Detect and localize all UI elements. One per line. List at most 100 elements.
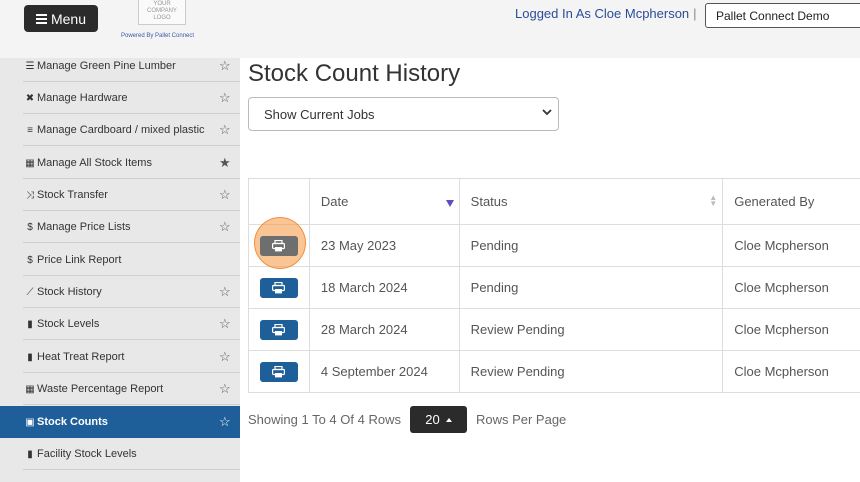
page-size-dropdown[interactable]: 20 bbox=[409, 406, 467, 433]
divider bbox=[23, 339, 240, 340]
sidebar-item-stock-levels[interactable]: ▮ Stock Levels ☆ bbox=[0, 308, 240, 340]
star-icon[interactable]: ☆ bbox=[219, 349, 231, 365]
divider bbox=[23, 469, 240, 470]
column-header-status[interactable]: Status ▲ ▼ bbox=[460, 179, 724, 224]
sidebar-item-manage-cardboard-mixed-plastic[interactable]: ≡ Manage Cardboard / mixed plastic ☆ bbox=[0, 114, 240, 146]
sidebar: ☰ Manage Green Pine Lumber ☆ ✖ Manage Hardwa… bbox=[0, 58, 240, 482]
sidebar-item-label: Manage All Stock Items bbox=[37, 157, 152, 169]
status-cell: Pending bbox=[460, 267, 724, 308]
chevron-down-icon bbox=[542, 108, 552, 119]
date-cell: 28 March 2024 bbox=[310, 309, 460, 350]
status-cell: Review Pending bbox=[460, 351, 724, 392]
sidebar-item-stock-history[interactable]: ⟋ Stock History ☆ bbox=[0, 276, 240, 308]
star-icon[interactable]: ☆ bbox=[219, 58, 231, 74]
actions-cell bbox=[249, 267, 310, 308]
file-icon: ▮ bbox=[27, 351, 33, 363]
star-icon[interactable]: ☆ bbox=[219, 187, 231, 203]
tools-icon: ✖ bbox=[25, 92, 35, 104]
sidebar-item-label: Price Link Report bbox=[37, 254, 122, 266]
dollar-icon: $ bbox=[27, 254, 33, 266]
generated-by-cell: Cloe Mcpherson bbox=[734, 364, 829, 379]
page-title: Stock Count History bbox=[248, 60, 461, 87]
shuffle-icon: ⤨ bbox=[26, 189, 34, 201]
sidebar-item-manage-hardware[interactable]: ✖ Manage Hardware ☆ bbox=[0, 82, 240, 114]
star-icon[interactable]: ☆ bbox=[219, 122, 231, 138]
table-row: 28 March 2024 Review Pending Cloe Mcpherso… bbox=[249, 309, 860, 351]
star-icon[interactable]: ☆ bbox=[219, 219, 231, 235]
star-icon[interactable]: ☆ bbox=[219, 381, 231, 397]
column-header-status-label: Status bbox=[470, 194, 508, 209]
generated-by-cell: Cloe Mcpherson bbox=[734, 280, 829, 295]
sidebar-item-label: Heat Treat Report bbox=[37, 351, 125, 363]
pagination: Showing 1 To 4 Of 4 Rows 20 Rows Per Pag… bbox=[248, 406, 566, 433]
job-filter-select[interactable]: Show Current Jobs bbox=[248, 97, 559, 131]
star-icon[interactable]: ☆ bbox=[219, 316, 231, 332]
printer-icon bbox=[272, 239, 286, 251]
list-icon: ☰ bbox=[25, 60, 35, 72]
column-header-generated-by-label: Generated By bbox=[734, 194, 815, 209]
sidebar-item-heat-treat-report[interactable]: ▮ Heat Treat Report ☆ bbox=[0, 341, 240, 373]
sidebar-item-manage-green-pine-lumber[interactable]: ☰ Manage Green Pine Lumber ☆ bbox=[0, 50, 240, 82]
star-icon[interactable]: ☆ bbox=[219, 90, 231, 106]
actions-cell bbox=[249, 309, 310, 350]
warehouse-icon: ▦ bbox=[25, 157, 35, 169]
dollar-icon: $ bbox=[27, 221, 33, 233]
table-row: 18 March 2024 Pending Cloe Mcpherson bbox=[249, 267, 860, 309]
company-select[interactable]: Pallet Connect Demo bbox=[705, 3, 860, 28]
sidebar-item-waste-percentage-report[interactable]: ▦ Waste Percentage Report ☆ bbox=[0, 373, 240, 405]
column-header-date[interactable]: Date bbox=[310, 179, 460, 224]
sidebar-item-price-link-report[interactable]: $ Price Link Report bbox=[0, 244, 240, 276]
logged-in-label[interactable]: Logged In As Cloe Mcpherson bbox=[515, 6, 689, 21]
file-icon: ▮ bbox=[27, 318, 33, 330]
sidebar-item-label: Stock Transfer bbox=[37, 189, 108, 201]
divider bbox=[23, 145, 240, 146]
pagination-info: Showing 1 To 4 Of 4 Rows bbox=[248, 412, 401, 427]
sidebar-item-label: Manage Hardware bbox=[37, 92, 128, 104]
sidebar-item-manage-all-stock-items[interactable]: ▦ Manage All Stock Items ★ bbox=[0, 147, 240, 179]
job-filter-value: Show Current Jobs bbox=[264, 106, 375, 122]
star-icon[interactable]: ☆ bbox=[219, 284, 231, 300]
sidebar-item-facility-stock-levels[interactable]: ▮ Facility Stock Levels bbox=[0, 438, 240, 470]
print-button[interactable] bbox=[259, 235, 298, 256]
page-size-value: 20 bbox=[425, 412, 440, 427]
sidebar-item-stock-transfer[interactable]: ⤨ Stock Transfer ☆ bbox=[0, 179, 240, 211]
table-icon: ▦ bbox=[25, 383, 35, 395]
chart-line-icon: ⟋ bbox=[26, 286, 34, 298]
printer-icon bbox=[272, 365, 286, 377]
stock-count-table: Date Status ▲ ▼ Generated By 23 May 2023 P… bbox=[248, 178, 860, 393]
printer-icon bbox=[272, 281, 286, 293]
sidebar-item-label: Manage Green Pine Lumber bbox=[37, 60, 176, 72]
caret-up-icon bbox=[445, 417, 452, 422]
header-separator: | bbox=[693, 6, 697, 21]
generated-by-cell: Cloe Mcpherson bbox=[734, 238, 829, 253]
status-cell: Pending bbox=[460, 225, 724, 266]
sidebar-item-label: Stock Levels bbox=[37, 318, 100, 330]
actions-cell bbox=[249, 217, 310, 269]
file-icon: ▮ bbox=[27, 448, 33, 460]
hamburger-icon bbox=[35, 13, 47, 24]
sidebar-item-label: Stock Counts bbox=[37, 416, 108, 428]
date-cell: 18 March 2024 bbox=[310, 267, 460, 308]
table-row: 4 September 2024 Review Pending Cloe Mcphe… bbox=[249, 351, 860, 393]
sort-icon: ▲ ▼ bbox=[709, 193, 718, 208]
sidebar-item-label: Manage Cardboard / mixed plastic bbox=[37, 124, 205, 136]
sort-descending-icon bbox=[445, 200, 454, 207]
star-filled-icon[interactable]: ★ bbox=[219, 155, 231, 171]
boxes-icon: ▣ bbox=[25, 416, 35, 428]
sidebar-item-manage-price-lists[interactable]: $ Manage Price Lists ☆ bbox=[0, 211, 240, 243]
star-icon[interactable]: ☆ bbox=[219, 414, 231, 430]
print-button[interactable] bbox=[259, 277, 298, 298]
logged-in-user[interactable]: Logged In As Cloe Mcpherson | bbox=[515, 6, 697, 21]
rows-per-page-label: Rows Per Page bbox=[475, 412, 567, 427]
menu-button[interactable]: Menu bbox=[24, 5, 98, 32]
column-header-date-label: Date bbox=[320, 194, 349, 209]
table-row: 23 May 2023 Pending Cloe Mcpherson bbox=[249, 217, 860, 269]
sidebar-item-stock-counts[interactable]: ▣ Stock Counts ☆ bbox=[0, 406, 240, 438]
lines-icon: ≡ bbox=[27, 124, 33, 136]
print-button[interactable] bbox=[259, 361, 298, 382]
sidebar-item-label: Manage Price Lists bbox=[37, 221, 131, 233]
column-header-generated-by[interactable]: Generated By bbox=[723, 179, 860, 224]
generated-by-cell: Cloe Mcpherson bbox=[734, 322, 829, 337]
sidebar-item-label: Stock History bbox=[37, 286, 102, 298]
print-button[interactable] bbox=[259, 319, 298, 340]
